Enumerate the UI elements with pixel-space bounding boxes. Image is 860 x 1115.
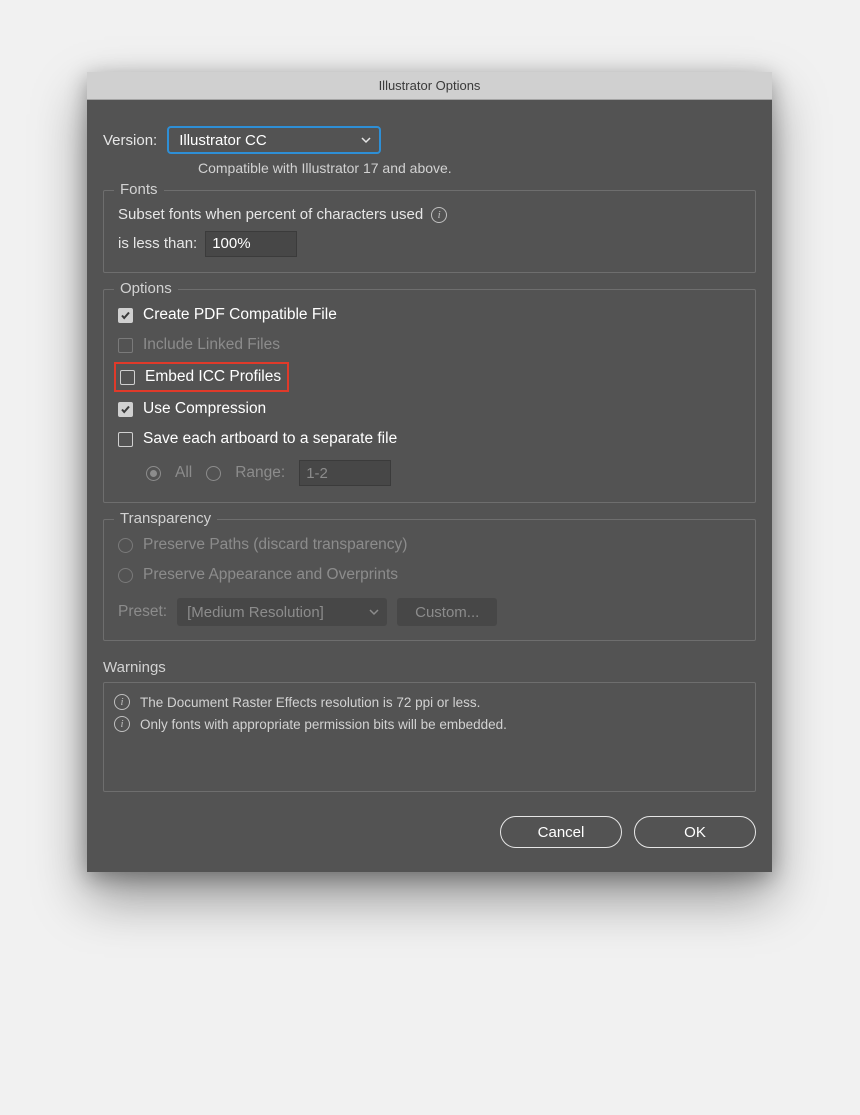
embed-icc-row[interactable]: Embed ICC Profiles bbox=[118, 368, 281, 386]
chevron-down-icon bbox=[369, 607, 379, 617]
preserve-appear-label: Preserve Appearance and Overprints bbox=[143, 566, 398, 584]
illustrator-options-dialog: Illustrator Options Version: Illustrator… bbox=[87, 72, 772, 872]
radio-icon bbox=[118, 568, 133, 583]
info-icon: i bbox=[114, 716, 130, 732]
warnings-title: Warnings bbox=[103, 659, 756, 676]
create-pdf-row[interactable]: Create PDF Compatible File bbox=[118, 300, 741, 330]
subset-text-1: Subset fonts when percent of characters … bbox=[118, 201, 423, 230]
range-input bbox=[299, 460, 391, 486]
use-compression-row[interactable]: Use Compression bbox=[118, 394, 741, 424]
cancel-label: Cancel bbox=[538, 824, 585, 841]
ok-button[interactable]: OK bbox=[634, 816, 756, 848]
artboard-range-row: All Range: bbox=[118, 454, 741, 488]
compat-text: Compatible with Illustrator 17 and above… bbox=[198, 160, 756, 176]
titlebar: Illustrator Options bbox=[87, 72, 772, 100]
dialog-title: Illustrator Options bbox=[379, 78, 481, 93]
include-linked-label: Include Linked Files bbox=[143, 336, 280, 354]
checkbox-icon bbox=[120, 370, 135, 385]
version-select[interactable]: Illustrator CC bbox=[167, 126, 381, 154]
use-compression-label: Use Compression bbox=[143, 400, 266, 418]
create-pdf-label: Create PDF Compatible File bbox=[143, 306, 337, 324]
embed-icc-label: Embed ICC Profiles bbox=[145, 368, 281, 386]
fonts-group: Fonts Subset fonts when percent of chara… bbox=[103, 190, 756, 273]
preserve-appear-row: Preserve Appearance and Overprints bbox=[118, 560, 741, 590]
transparency-legend: Transparency bbox=[114, 510, 217, 527]
preset-value: [Medium Resolution] bbox=[187, 604, 324, 621]
preserve-paths-row: Preserve Paths (discard transparency) bbox=[118, 530, 741, 560]
embed-icc-highlight: Embed ICC Profiles bbox=[114, 362, 289, 392]
preset-select: [Medium Resolution] bbox=[177, 598, 387, 626]
subset-percent-input[interactable] bbox=[205, 231, 297, 257]
custom-button: Custom... bbox=[397, 598, 497, 626]
info-icon: i bbox=[114, 694, 130, 710]
radio-icon bbox=[118, 538, 133, 553]
warning-2: Only fonts with appropriate permission b… bbox=[140, 717, 507, 732]
version-value: Illustrator CC bbox=[179, 132, 267, 149]
options-group: Options Create PDF Compatible File Inclu… bbox=[103, 289, 756, 503]
radio-all bbox=[146, 466, 161, 481]
ok-label: OK bbox=[684, 824, 706, 841]
range-label: Range: bbox=[235, 464, 285, 482]
cancel-button[interactable]: Cancel bbox=[500, 816, 622, 848]
checkbox-icon bbox=[118, 308, 133, 323]
info-icon[interactable]: i bbox=[431, 207, 447, 223]
custom-label: Custom... bbox=[415, 604, 479, 621]
version-label: Version: bbox=[103, 132, 157, 149]
chevron-down-icon bbox=[361, 135, 371, 145]
preserve-paths-label: Preserve Paths (discard transparency) bbox=[143, 536, 407, 554]
warnings-box: i The Document Raster Effects resolution… bbox=[103, 682, 756, 792]
radio-range bbox=[206, 466, 221, 481]
checkbox-icon bbox=[118, 432, 133, 447]
include-linked-row: Include Linked Files bbox=[118, 330, 741, 360]
fonts-legend: Fonts bbox=[114, 181, 164, 198]
warning-1: The Document Raster Effects resolution i… bbox=[140, 695, 480, 710]
options-legend: Options bbox=[114, 280, 178, 297]
save-artboards-label: Save each artboard to a separate file bbox=[143, 430, 397, 448]
subset-text-2: is less than: bbox=[118, 230, 197, 259]
preset-label: Preset: bbox=[118, 603, 167, 621]
all-label: All bbox=[175, 464, 192, 482]
checkbox-icon bbox=[118, 338, 133, 353]
save-artboards-row[interactable]: Save each artboard to a separate file bbox=[118, 424, 741, 454]
checkbox-icon bbox=[118, 402, 133, 417]
transparency-group: Transparency Preserve Paths (discard tra… bbox=[103, 519, 756, 641]
